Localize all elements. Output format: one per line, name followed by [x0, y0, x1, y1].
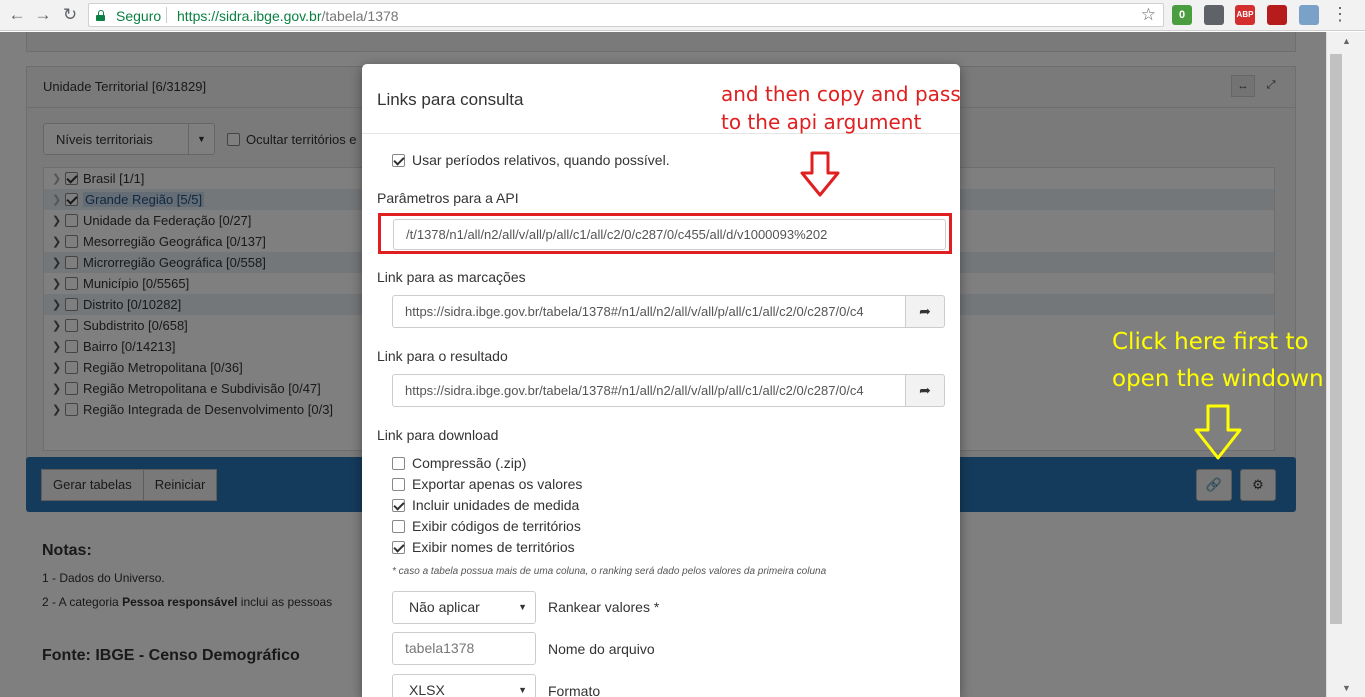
chrome-menu-icon[interactable]: ⋮ [1331, 4, 1349, 25]
download-option-label: Exportar apenas os valores [412, 476, 583, 492]
links-modal: Links para consulta Usar períodos relati… [362, 64, 960, 697]
download-link-label: Link para download [377, 427, 499, 443]
filename-label: Nome do arquivo [548, 641, 655, 657]
download-option-row[interactable]: Exportar apenas os valores [392, 476, 582, 492]
red-down-arrow-icon [800, 151, 840, 197]
download-option-row[interactable]: Compressão (.zip) [392, 455, 526, 471]
download-option-row[interactable]: Incluir unidades de medida [392, 497, 579, 513]
red-annotation: and then copy and pass to the api argume… [721, 80, 961, 136]
secure-label: Seguro [116, 8, 162, 24]
api-highlight-box: /t/1378/n1/all/n2/all/v/all/p/all/c1/all… [378, 213, 952, 254]
lock-icon [96, 10, 105, 21]
download-option-label: Exibir nomes de territórios [412, 539, 575, 555]
url-separator [166, 7, 167, 23]
bookmark-star-icon[interactable]: ☆ [1141, 5, 1156, 25]
address-bar[interactable]: Seguro https://sidra.ibge.gov.br/tabela/… [88, 3, 1164, 27]
relative-periods-label: Usar períodos relativos, quando possível… [412, 152, 670, 168]
ranking-label: Rankear valores * [548, 599, 660, 615]
red-annotation-line-2: to the api argument [721, 110, 922, 134]
ranking-hint: * caso a tabela possua mais de uma colun… [392, 566, 827, 577]
result-link-field[interactable]: https://sidra.ibge.gov.br/tabela/1378#/n… [392, 374, 906, 407]
share-arrow-icon[interactable]: ➦ [905, 295, 945, 328]
extension-bag-icon[interactable] [1204, 5, 1224, 25]
yellow-down-arrow-icon [1194, 404, 1242, 460]
format-select-value: XLSX [409, 682, 445, 697]
caret-down-icon: ▼ [518, 602, 527, 612]
pdf-extension-icon[interactable] [1267, 5, 1287, 25]
reload-icon[interactable]: ↻ [59, 4, 81, 26]
url-path: /tabela/1378 [321, 8, 399, 24]
ranking-select[interactable]: Não aplicar ▼ [392, 591, 536, 624]
markings-link-label: Link para as marcações [377, 269, 526, 285]
scroll-down-icon[interactable]: ▼ [1327, 683, 1365, 693]
relative-periods-row[interactable]: Usar períodos relativos, quando possível… [392, 152, 670, 168]
extension-tools-icon[interactable] [1299, 5, 1319, 25]
api-params-field[interactable]: /t/1378/n1/all/n2/all/v/all/p/all/c1/all… [393, 219, 946, 250]
download-option-checkbox[interactable] [392, 519, 405, 533]
back-arrow-icon[interactable]: ← [6, 4, 28, 26]
adblock-plus-icon[interactable]: ABP [1235, 5, 1255, 25]
result-link-label: Link para o resultado [377, 348, 508, 364]
api-params-label: Parâmetros para a API [377, 190, 519, 206]
extension-badge-icon[interactable]: 0 [1172, 5, 1192, 25]
modal-title: Links para consulta [377, 90, 524, 109]
caret-down-icon: ▼ [518, 685, 527, 695]
forward-arrow-icon[interactable]: → [32, 4, 54, 26]
yellow-annotation-line-1: Click here first to [1112, 329, 1309, 355]
red-annotation-line-1: and then copy and pass [721, 82, 961, 106]
relative-periods-checkbox[interactable] [392, 153, 405, 167]
page-scrollbar[interactable]: ▲ ▼ [1326, 32, 1365, 697]
download-option-checkbox[interactable] [392, 498, 405, 512]
format-select[interactable]: XLSX ▼ [392, 674, 536, 697]
download-option-label: Exibir códigos de territórios [412, 518, 581, 534]
download-option-checkbox[interactable] [392, 477, 405, 491]
download-option-row[interactable]: Exibir nomes de territórios [392, 539, 575, 555]
download-option-row[interactable]: Exibir códigos de territórios [392, 518, 581, 534]
download-option-label: Compressão (.zip) [412, 455, 527, 471]
url-text[interactable]: https://sidra.ibge.gov.br/tabela/1378 [177, 8, 399, 24]
scrollbar-thumb[interactable] [1330, 54, 1342, 624]
download-option-checkbox[interactable] [392, 540, 405, 554]
ranking-select-value: Não aplicar [409, 599, 480, 615]
markings-link-field[interactable]: https://sidra.ibge.gov.br/tabela/1378#/n… [392, 295, 906, 328]
download-option-label: Incluir unidades de medida [412, 497, 580, 513]
share-arrow-icon[interactable]: ➦ [905, 374, 945, 407]
yellow-annotation-line-2: open the windown [1112, 366, 1324, 392]
scroll-up-icon[interactable]: ▲ [1327, 36, 1365, 46]
format-label: Formato [548, 683, 601, 697]
url-host: https://sidra.ibge.gov.br [177, 8, 322, 24]
browser-toolbar: ← → ↻ Seguro https://sidra.ibge.gov.br/t… [0, 0, 1365, 31]
download-option-checkbox[interactable] [392, 456, 405, 470]
filename-input[interactable]: tabela1378 [392, 632, 536, 665]
yellow-annotation: Click here first to open the windown [1112, 324, 1324, 398]
